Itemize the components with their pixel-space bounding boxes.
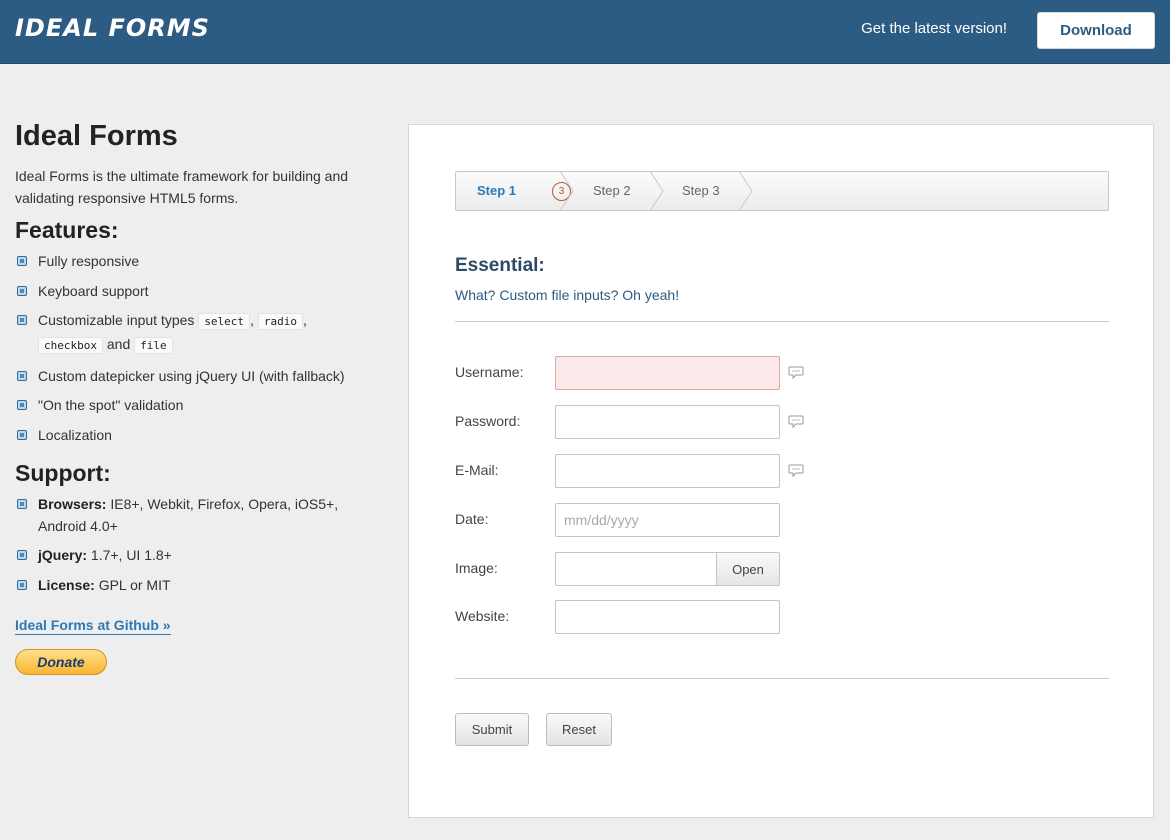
bullet-icon	[17, 256, 27, 266]
username-label: Username:	[455, 364, 524, 380]
username-row: Username:	[455, 356, 855, 390]
section-title: Essential:	[455, 255, 545, 276]
email-input[interactable]	[555, 454, 780, 488]
header-tagline: Get the latest version!	[861, 20, 1007, 37]
tab-step-1[interactable]: Step 1 3	[477, 172, 571, 210]
feature-text: Customizable input types	[38, 312, 195, 328]
support-value: GPL or MIT	[98, 576, 171, 593]
password-row: Password:	[455, 405, 855, 439]
support-heading: Support:	[15, 459, 111, 486]
speech-bubble-icon	[788, 366, 804, 380]
date-row: Date:	[455, 503, 855, 537]
bullet-icon	[17, 315, 27, 325]
feature-text: Fully responsive	[38, 253, 140, 269]
bullet-icon	[17, 429, 27, 440]
open-file-button[interactable]: Open	[716, 552, 780, 586]
step-tabs: Step 1 3 Step 2 Step 3	[455, 171, 1109, 211]
code-select: select	[198, 313, 251, 330]
submit-button[interactable]: Submit	[455, 713, 529, 746]
github-link[interactable]: Ideal Forms at Github »	[15, 617, 171, 635]
feature-text: Custom datepicker using jQuery UI (with …	[38, 367, 345, 384]
bullet-icon	[17, 370, 27, 381]
bullet-icon	[17, 498, 27, 509]
bullet-icon	[17, 285, 27, 296]
date-label: Date:	[455, 511, 489, 527]
step-label: Step 1	[477, 183, 517, 198]
website-row: Website:	[455, 600, 855, 634]
list-item: Customizable input types select, radio, c…	[15, 309, 375, 357]
list-item: jQuery: 1.7+, UI 1.8+	[15, 544, 375, 566]
list-item: Custom datepicker using jQuery UI (with …	[15, 365, 375, 387]
form-panel: Step 1 3 Step 2 Step 3 Essential: What? …	[408, 124, 1154, 818]
sidebar: Ideal Forms Ideal Forms is the ultimate …	[15, 120, 375, 675]
sidebar-description: Ideal Forms is the ultimate framework fo…	[15, 168, 349, 206]
website-label: Website:	[455, 608, 510, 624]
section-subtitle: What? Custom file inputs? Oh yeah!	[455, 287, 680, 303]
website-input[interactable]	[555, 600, 780, 634]
logo[interactable]: IDEAL FORMS	[15, 14, 210, 42]
feature-text: and	[106, 336, 131, 352]
code-checkbox: checkbox	[38, 337, 103, 354]
bullet-icon	[17, 400, 27, 410]
image-label: Image:	[455, 560, 498, 576]
list-item: Fully responsive	[15, 250, 375, 272]
list-item: Keyboard support	[15, 280, 375, 302]
list-item: License: GPL or MIT	[15, 574, 375, 596]
divider	[455, 678, 1109, 679]
bullet-icon	[17, 579, 27, 590]
username-input[interactable]	[555, 356, 780, 390]
list-item: Browsers: IE8+, Webkit, Firefox, Opera, …	[15, 493, 375, 537]
password-input[interactable]	[555, 405, 780, 439]
date-input[interactable]	[555, 503, 780, 537]
image-file-field[interactable]	[555, 552, 717, 586]
step-arrow-icon	[560, 172, 574, 210]
support-label: Browsers:	[38, 495, 107, 512]
support-list: Browsers: IE8+, Webkit, Firefox, Opera, …	[15, 493, 375, 596]
list-item: "On the spot" validation	[15, 394, 375, 416]
code-file: file	[134, 337, 173, 354]
email-row: E-Mail:	[455, 454, 855, 488]
feature-text: Keyboard support	[38, 282, 149, 299]
support-value: 1.7+, UI 1.8+	[90, 547, 172, 563]
list-item: Localization	[15, 424, 375, 446]
code-radio: radio	[257, 313, 303, 330]
top-bar: IDEAL FORMS Get the latest version! Down…	[0, 0, 1170, 64]
bullet-icon	[17, 550, 27, 560]
speech-bubble-icon	[788, 415, 804, 429]
tab-step-2[interactable]: Step 2	[593, 172, 631, 210]
support-label: jQuery:	[38, 547, 88, 563]
features-heading: Features:	[15, 217, 119, 243]
reset-button[interactable]: Reset	[546, 713, 612, 746]
speech-bubble-icon	[788, 464, 804, 478]
step-arrow-icon	[739, 172, 753, 210]
support-label: License:	[38, 576, 95, 593]
donate-button[interactable]: Donate	[15, 649, 107, 675]
sidebar-title: Ideal Forms	[15, 120, 178, 152]
tab-step-3[interactable]: Step 3	[682, 172, 720, 210]
features-list: Fully responsive Keyboard support Custom…	[15, 250, 375, 446]
feature-text: Localization	[38, 426, 112, 443]
step-arrow-icon	[650, 172, 664, 210]
download-button[interactable]: Download	[1037, 12, 1155, 49]
feature-text: "On the spot" validation	[38, 397, 184, 413]
password-label: Password:	[455, 413, 521, 429]
email-label: E-Mail:	[455, 462, 499, 478]
image-row: Image: Open	[455, 552, 855, 586]
divider	[455, 321, 1109, 322]
